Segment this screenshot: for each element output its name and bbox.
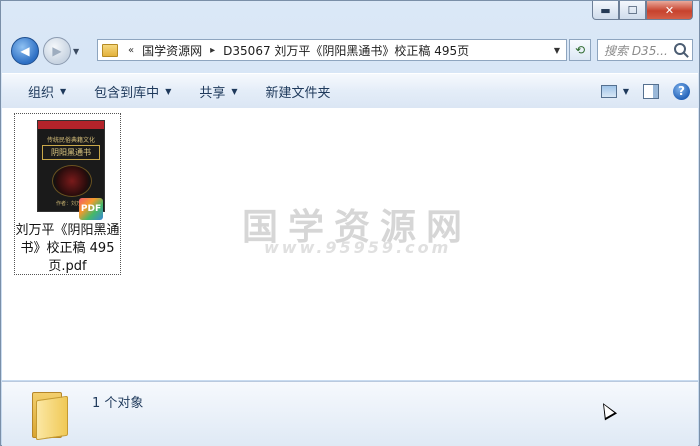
share-label: 共享 xyxy=(199,85,226,101)
search-icon[interactable] xyxy=(674,43,686,55)
command-bar: 组织 ▼ 包含到库中 ▼ 共享 ▼ 新建文件夹 ▼ ? xyxy=(2,73,698,109)
toolbar-right: ▼ ? xyxy=(600,74,690,108)
organize-label: 组织 xyxy=(28,85,55,101)
chevron-down-icon: ▼ xyxy=(231,86,238,96)
address-bar[interactable]: « 国学资源网 ▸ D35067 刘万平《阴阳黑通书》校正稿 495页 ▼ xyxy=(97,39,567,61)
chevron-down-icon: ▼ xyxy=(165,86,172,96)
chevron-down-icon: ▼ xyxy=(622,86,629,96)
include-in-library-label: 包含到库中 xyxy=(94,85,160,101)
thumbnail-header-text: 传统民俗典籍文化 xyxy=(46,137,95,144)
folder-icon xyxy=(30,388,68,441)
file-list-area[interactable]: 国学资源网 www.95959.com 传统民俗典籍文化 阴阳黑通书 作者：刘万… xyxy=(2,108,698,380)
folder-icon xyxy=(102,43,118,57)
breadcrumb-current[interactable]: D35067 刘万平《阴阳黑通书》校正稿 495页 xyxy=(223,42,469,59)
details-pane: 1 个对象 xyxy=(2,381,698,446)
explorer-window: ▬ ☐ ✕ ◀ ▶ ▼ « 国学资源网 ▸ D35067 刘万平《阴阳黑通书》校… xyxy=(0,0,700,446)
close-button[interactable]: ✕ xyxy=(646,1,693,20)
forward-button[interactable]: ▶ xyxy=(43,37,71,65)
thumbnail-title: 阴阳黑通书 xyxy=(42,145,100,160)
address-dropdown-icon[interactable]: ▼ xyxy=(554,46,560,55)
mouse-cursor-icon xyxy=(596,399,618,421)
new-folder-button[interactable]: 新建文件夹 xyxy=(252,74,345,108)
breadcrumb-separator-icon[interactable]: ▸ xyxy=(210,45,215,56)
breadcrumb-root[interactable]: 国学资源网 xyxy=(142,42,202,59)
thumbnail-ornament xyxy=(52,165,92,197)
minimize-button[interactable]: ▬ xyxy=(592,1,619,20)
change-view-button[interactable]: ▼ xyxy=(600,84,629,98)
refresh-button[interactable]: ⟲ xyxy=(569,39,591,61)
back-button[interactable]: ◀ xyxy=(11,37,39,65)
file-name-line-1: 刘万平《阴阳黑通 xyxy=(15,223,120,238)
share-button[interactable]: 共享 ▼ xyxy=(185,74,251,108)
file-name: 刘万平《阴阳黑通 书》校正稿 495 页.pdf xyxy=(15,222,120,276)
file-item-pdf[interactable]: 传统民俗典籍文化 阴阳黑通书 作者：刘万平 PDF 刘万平《阴阳黑通 书》校正稿… xyxy=(14,113,121,275)
view-icon xyxy=(600,84,617,98)
chevron-down-icon: ▼ xyxy=(60,86,67,96)
include-in-library-button[interactable]: 包含到库中 ▼ xyxy=(80,74,185,108)
file-name-line-2: 书》校正稿 495 xyxy=(20,241,115,256)
navigation-bar: ◀ ▶ ▼ « 国学资源网 ▸ D35067 刘万平《阴阳黑通书》校正稿 495… xyxy=(9,37,693,65)
help-icon[interactable]: ? xyxy=(673,82,690,100)
search-box[interactable]: 搜索 D35... xyxy=(597,39,693,61)
pdf-file-icon: PDF xyxy=(79,198,103,220)
thumbnail-header-strip xyxy=(38,121,104,129)
organize-button[interactable]: 组织 ▼ xyxy=(2,74,80,108)
preview-pane-icon[interactable] xyxy=(643,83,659,99)
watermark-url: www.95959.com xyxy=(264,238,452,257)
recent-pages-dropdown-icon[interactable]: ▼ xyxy=(73,47,79,56)
new-folder-label: 新建文件夹 xyxy=(265,85,331,101)
file-name-line-3: 页.pdf xyxy=(48,259,87,274)
item-count: 1 个对象 xyxy=(92,396,144,411)
breadcrumb-overflow[interactable]: « xyxy=(128,45,134,56)
window-controls: ▬ ☐ ✕ xyxy=(592,1,693,20)
maximize-button[interactable]: ☐ xyxy=(619,1,646,20)
search-input[interactable]: 搜索 D35... xyxy=(604,42,670,59)
